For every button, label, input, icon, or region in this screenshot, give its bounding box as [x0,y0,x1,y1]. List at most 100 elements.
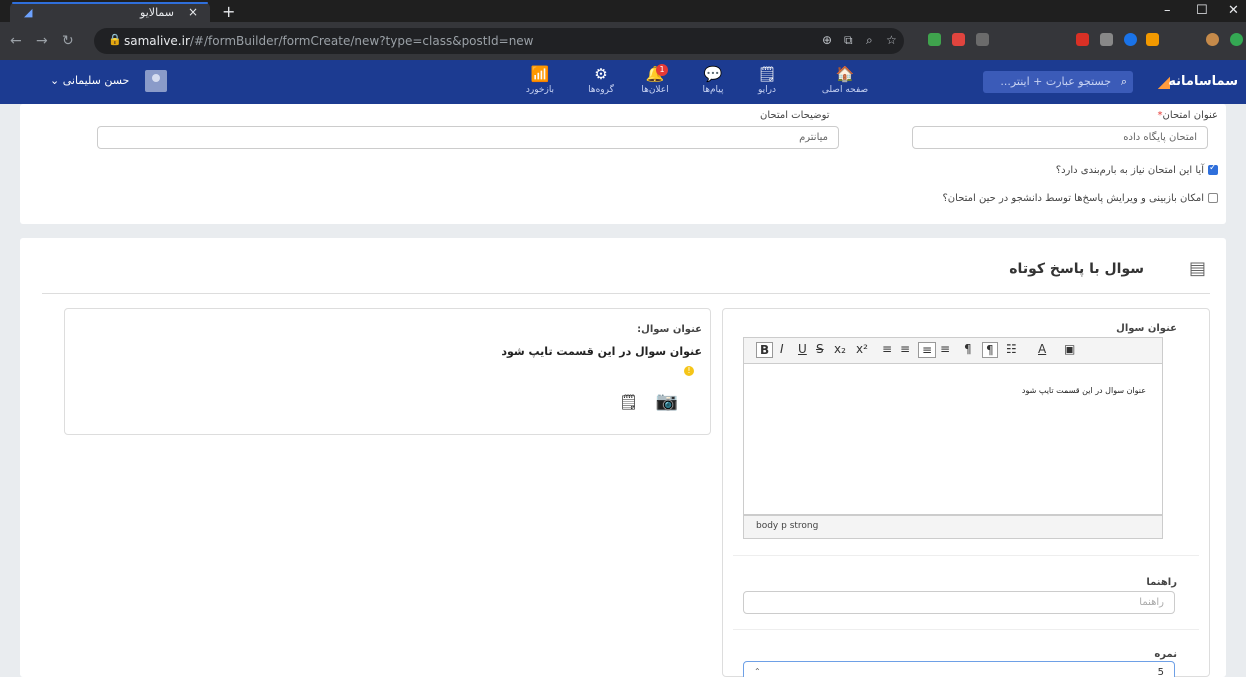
tab-title: سمالایو [140,6,174,19]
exam-title-label: عنوان امتحان* [1157,110,1218,121]
editor-content: عنوان سوال در این قسمت تایپ شود [1021,386,1146,395]
notification-badge: 1 [656,64,668,76]
nav-item-feedback[interactable]: 📶 بازخورد [515,64,565,95]
exam-title-input[interactable]: امتحان پایگاه داده [912,126,1208,149]
back-arrow-icon[interactable]: ← [10,33,22,49]
chat-icon: 💬 [703,65,723,83]
italic-button[interactable]: I [780,342,784,356]
search-input[interactable]: ⌕ جستجو عبارت + اینتر... [983,71,1133,93]
divider [42,293,1210,294]
nav-item-drive[interactable]: 🗒 درایو [742,64,792,95]
nav-label: درایو [757,85,776,95]
user-name: حسن سلیمانی [62,74,130,87]
exam-description-input[interactable]: میانترم [97,126,839,149]
bg-color-button[interactable]: ▣ [1064,342,1075,356]
nav-label: اعلان‌ها [641,85,669,95]
favicon-icon: ◢ [24,6,33,19]
extension-icon[interactable] [1076,33,1089,46]
grading-checkbox-row[interactable]: آیا این امتحان نیاز به بارم‌بندی دارد؟ [1055,163,1218,176]
exam-description-value: میانترم [799,132,828,143]
short-answer-icon: ▤ [1188,258,1206,279]
review-checkbox-row[interactable]: امکان بازبینی و ویرایش پاسخ‌ها توسط دانش… [942,193,1218,204]
nav-label: گروه‌ها [588,85,614,95]
align-center-button[interactable]: ≡ [900,342,910,356]
browser-tabstrip: ◢ سمالایو × + – ☐ ✕ [0,0,1246,22]
styles-dropdown[interactable]: ☷ [1006,342,1017,356]
new-tab-button[interactable]: + [222,2,235,21]
extension-icon[interactable] [976,33,989,46]
user-menu[interactable]: حسن سلیمانی ⌄ [50,74,129,87]
bookmark-star-icon[interactable]: ☆ [886,33,897,47]
tab-close-button[interactable]: × [188,5,198,19]
camera-icon[interactable]: 📷 [656,391,678,412]
align-left-button[interactable]: ≡ [882,342,892,356]
nav-item-groups[interactable]: ⚙ گروه‌ها [576,64,626,95]
text-color-button[interactable]: A [1038,342,1046,356]
nav-item-home[interactable]: 🏠 صفحه اصلی [820,64,870,95]
divider [733,629,1199,630]
strike-button[interactable]: S [816,342,824,356]
exam-title-value: امتحان پایگاه داده [1123,132,1197,143]
editor-toolbar: B I U S x₂ x² ≡ ≡ ≡ ≡ ¶ ¶ ☷ A ▣ [743,337,1163,363]
nav-item-notifications[interactable]: 🔔 1 اعلان‌ها [630,64,680,95]
spinner-icon[interactable]: ⌃ [754,667,761,676]
forward-arrow-icon[interactable]: → [36,33,48,49]
address-bar[interactable]: 🔒 samalive.ir/#/formBuilder/formCreate/n… [94,28,904,54]
review-checkbox[interactable] [1208,193,1218,203]
translate-icon[interactable]: ⧉ [844,33,853,48]
subscript-button[interactable]: x₂ [834,342,846,356]
note-icon[interactable]: 🗒 [619,393,638,411]
close-window-button[interactable]: ✕ [1228,3,1239,18]
tab-accent [12,2,208,4]
score-label: نمره [1154,649,1177,660]
preview-label: عنوان سوال: [637,324,702,335]
app-navbar: ◢ سماسامانه ⌕ جستجو عبارت + اینتر... 🏠 ص… [0,60,1246,104]
hint-input[interactable]: راهنما [743,591,1175,614]
question-title-label: عنوان سوال [1116,323,1177,334]
score-input[interactable]: 5 ⌃ [743,661,1175,677]
exam-settings-card: عنوان امتحان* امتحان پایگاه داده توضیحات… [20,104,1226,224]
rtl-button[interactable]: ¶ [982,342,998,358]
profile-avatar-icon[interactable] [1206,33,1219,46]
question-editor[interactable]: عنوان سوال در این قسمت تایپ شود [743,363,1163,515]
question-preview-panel: عنوان سوال: عنوان سوال در این قسمت تایپ … [64,308,711,435]
browser-tab[interactable]: ◢ سمالایو × [10,2,210,22]
grading-checkbox[interactable] [1208,163,1218,175]
zoom-icon[interactable]: ⊕ [822,33,832,47]
ltr-button[interactable]: ¶ [964,342,972,356]
preview-question-text: عنوان سوال در این قسمت تایپ شود [501,345,702,358]
browser-toolbar: ← → ↻ 🔒 samalive.ir/#/formBuilder/formCr… [0,22,1246,60]
drive-icon: 🗒 [757,65,777,83]
hint-placeholder: راهنما [1139,597,1164,608]
extension-icon[interactable] [1100,33,1113,46]
grading-checkbox-label: آیا این امتحان نیاز به بارم‌بندی دارد؟ [1055,165,1204,176]
extension-icon[interactable] [928,33,941,46]
maximize-button[interactable]: ☐ [1196,3,1208,18]
minimize-button[interactable]: – [1164,3,1171,18]
lock-icon: 🔒 [108,33,122,46]
bold-button[interactable]: B [756,342,774,358]
underline-button[interactable]: U [798,342,807,356]
superscript-button[interactable]: x² [856,342,868,356]
review-checkbox-label: امکان بازبینی و ویرایش پاسخ‌ها توسط دانش… [942,193,1205,204]
extension-icon[interactable] [1124,33,1137,46]
align-right-button[interactable]: ≡ [918,342,937,358]
nav-label: بازخورد [525,85,555,95]
reload-icon[interactable]: ↻ [62,33,74,49]
score-value: 5 [1157,667,1164,677]
extension-icon[interactable] [952,33,965,46]
home-icon: 🏠 [835,65,855,83]
brand-logo[interactable]: سماسامانه [1168,74,1238,89]
search-icon[interactable]: ⌕ [866,33,873,48]
chevron-down-icon: ⌄ [50,74,60,87]
editor-path: body p strong [756,521,819,531]
info-icon: ! [684,366,694,376]
extension-icon[interactable] [1146,33,1159,46]
hint-label: راهنما [1146,577,1177,588]
nav-item-messages[interactable]: 💬 پیام‌ها [688,64,738,95]
question-type-header: سوال با پاسخ کوتاه [1009,261,1144,277]
update-icon[interactable] [1230,33,1243,46]
avatar[interactable] [145,70,167,92]
question-card: ▤ سوال با پاسخ کوتاه عنوان سوال B I U S … [20,238,1226,677]
justify-button[interactable]: ≡ [940,342,950,356]
